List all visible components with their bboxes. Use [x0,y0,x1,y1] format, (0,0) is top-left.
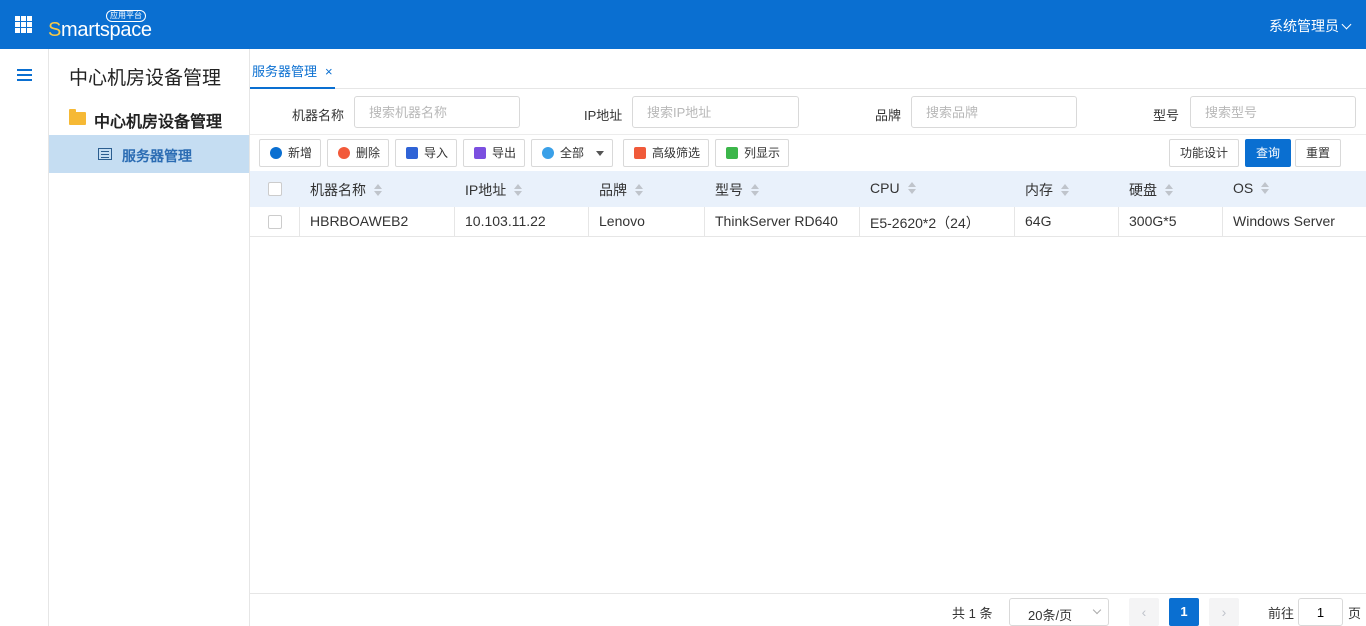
smartspace-logo[interactable]: Smartspace 应用平台 [48,10,158,44]
cell-model: ThinkServer RD640 [705,207,860,236]
side-menu: 中心机房设备管理 中心机房设备管理 服务器管理 [49,49,250,626]
chevron-down-icon [1341,19,1352,30]
search-bar: 机器名称 IP地址 品牌 型号 [250,89,1366,135]
cell-memory: 64G [1015,207,1119,236]
header-machine-name[interactable]: 机器名称 [300,171,455,207]
menu-group-label: 中心机房设备管理 [94,114,223,131]
tab-server-management[interactable]: 服务器管理 × [250,49,335,89]
sort-icon[interactable] [1061,184,1070,196]
apps-grid-icon[interactable] [15,16,32,33]
import-button[interactable]: 导入 [395,139,458,167]
delete-button[interactable]: 删除 [327,139,390,167]
header-cpu[interactable]: CPU [860,171,1015,207]
page-1-button[interactable]: 1 [1169,598,1199,626]
cell-os: Windows Server [1233,213,1335,229]
function-design-button[interactable]: 功能设计 [1169,139,1240,167]
machine-name-input[interactable] [354,96,520,128]
brand-input[interactable] [911,96,1077,128]
sort-icon[interactable] [635,184,644,196]
sidebar-item-server-management[interactable]: 服务器管理 [49,135,249,173]
sort-icon[interactable] [1261,182,1270,194]
header-os[interactable]: OS [1223,171,1366,207]
goto-page-input[interactable] [1298,598,1343,626]
sort-icon[interactable] [514,184,523,196]
tab-label: 服务器管理 [252,64,318,79]
total-count: 共 1 条 [952,606,993,621]
ip-input[interactable] [632,96,799,128]
tab-bar: 服务器管理 × [250,49,1366,89]
header-checkbox-cell [250,171,300,207]
table-icon [726,147,738,159]
cell-ip: 10.103.11.22 [455,207,589,236]
add-button[interactable]: 新增 [259,139,322,167]
header-ip[interactable]: IP地址 [455,171,589,207]
row-checkbox-cell [250,207,300,236]
machine-name-label: 机器名称 [292,108,345,123]
chevron-down-icon [1092,605,1102,615]
cell-disk: 300G*5 [1119,207,1223,236]
goto-label: 前往 [1268,606,1295,621]
query-button[interactable]: 查询 [1245,139,1292,167]
close-icon[interactable]: × [325,64,333,79]
prev-page-button[interactable]: ‹ [1129,598,1159,626]
reset-button[interactable]: 重置 [1295,139,1342,167]
sidebar-item-label: 服务器管理 [122,148,192,164]
caret-down-icon [596,151,605,156]
page-suffix: 页 [1348,606,1362,621]
cell-cpu: E5-2620*2（24） [860,207,1015,236]
menu-group-datacenter[interactable]: 中心机房设备管理 [49,103,249,135]
sort-icon[interactable] [374,184,383,196]
next-page-button[interactable]: › [1209,598,1239,626]
user-menu[interactable]: 系统管理员 [1269,16,1352,36]
toolbar: 新增 删除 导入 导出 全部 高级筛选 列显示 功能设计 查询 重置 [250,135,1366,171]
header-disk[interactable]: 硬盘 [1119,171,1223,207]
cell-brand: Lenovo [589,207,705,236]
scope-dropdown[interactable]: 全部 [531,139,614,167]
model-label: 型号 [1153,108,1180,123]
page-size-value: 20条/页 [1028,608,1073,623]
table-row[interactable]: HBRBOAWEB2 10.103.11.22 Lenovo ThinkServ… [250,207,1366,237]
table-header: 机器名称 IP地址 品牌 型号 CPU 内存 硬盘 OS [250,171,1366,207]
header-memory[interactable]: 内存 [1015,171,1119,207]
header-brand[interactable]: 品牌 [589,171,705,207]
sort-icon[interactable] [1165,184,1174,196]
cell-machine-name: HBRBOAWEB2 [300,207,455,236]
top-bar: Smartspace 应用平台 系统管理员 [0,0,1366,49]
logo-badge: 应用平台 [106,10,146,22]
sort-icon[interactable] [907,182,917,194]
brand-label: 品牌 [875,108,902,123]
logo-text: Smartspace [48,19,152,41]
globe-icon [542,147,554,159]
ip-label: IP地址 [584,108,623,123]
select-all-checkbox[interactable] [268,182,282,196]
menu-title: 中心机房设备管理 [69,68,222,89]
column-display-button[interactable]: 列显示 [715,139,790,167]
export-button[interactable]: 导出 [463,139,526,167]
left-rail [0,49,49,626]
row-checkbox[interactable] [268,215,282,229]
export-icon [474,147,486,159]
list-icon [98,148,112,160]
folder-icon [69,109,86,125]
user-name: 系统管理员 [1269,18,1339,34]
delete-circle-icon [338,147,350,159]
sort-icon[interactable] [751,184,760,196]
model-input[interactable] [1190,96,1356,128]
pagination: 共 1 条 20条/页 ‹ 1 › 前往 页 [250,593,1366,626]
header-model[interactable]: 型号 [705,171,860,207]
advanced-filter-button[interactable]: 高级筛选 [623,139,710,167]
filter-icon [634,147,646,159]
import-icon [406,147,418,159]
hamburger-menu-icon[interactable] [17,69,32,81]
page-size-select[interactable]: 20条/页 [1009,598,1109,626]
plus-circle-icon [270,147,282,159]
